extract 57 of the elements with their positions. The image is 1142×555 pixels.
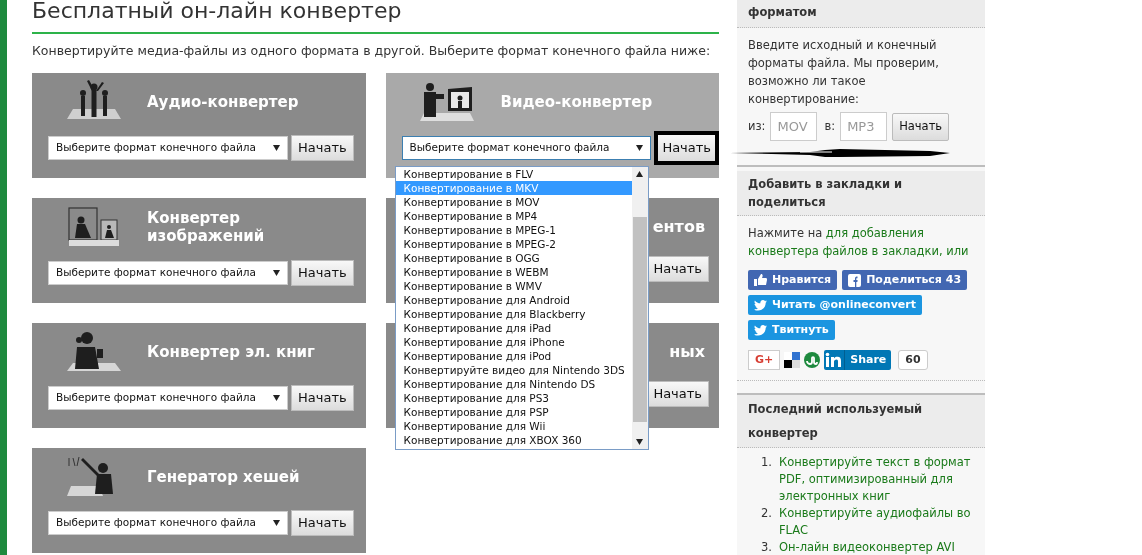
scroll-down-icon bbox=[636, 438, 643, 445]
bookmark-link[interactable]: для добавления bbox=[825, 226, 924, 240]
card-title: Генератор хешей bbox=[147, 467, 301, 486]
share-text: Нажмите на bbox=[748, 226, 823, 240]
card-title: Видео-конвертер bbox=[500, 92, 654, 111]
stumbleupon-icon[interactable] bbox=[804, 352, 821, 368]
list-number: 2. bbox=[761, 505, 773, 522]
card-title: Конвертер изображений bbox=[147, 208, 266, 245]
bookmark-link[interactable]: конвертера файлов в закладки, или bbox=[748, 244, 969, 258]
start-button[interactable]: Начать bbox=[654, 130, 719, 165]
section-title: Добавить в закладки и поделиться bbox=[748, 176, 904, 211]
format-select[interactable]: Выберите формат конечного файла bbox=[48, 510, 288, 535]
caret-icon bbox=[273, 394, 280, 401]
to-field[interactable]: MP3 bbox=[840, 112, 888, 141]
format-select[interactable]: Выберите формат конечного файла bbox=[401, 135, 652, 160]
card-title: ных bbox=[669, 340, 705, 363]
format-select[interactable]: Выберите формат конечного файла bbox=[48, 260, 288, 285]
caret-icon bbox=[273, 519, 280, 526]
bird-icon bbox=[754, 299, 767, 311]
caret-icon bbox=[273, 144, 280, 151]
caret-icon bbox=[273, 269, 280, 276]
section-title: форматом bbox=[748, 3, 817, 21]
card-title: Конвертер эл. книг bbox=[147, 342, 316, 361]
card-title: Аудио-конвертер bbox=[147, 92, 300, 111]
format-select[interactable]: Выберите формат конечного файла bbox=[48, 385, 288, 410]
intro-text: Конвертируйте медиа-файлы из одного формата в другой. Выберите формат конечного файла ниже: bbox=[32, 42, 712, 60]
caret-icon bbox=[636, 144, 644, 151]
list-number: 1. bbox=[761, 454, 773, 471]
from-field[interactable]: MOV bbox=[770, 112, 818, 141]
thumbs-up-icon bbox=[754, 274, 767, 286]
facebook-icon bbox=[848, 273, 862, 287]
delicious-icon[interactable] bbox=[784, 352, 801, 368]
start-button[interactable]: Начать bbox=[646, 255, 709, 282]
section-title: Последний используемый конвертер bbox=[748, 401, 924, 442]
format-select[interactable]: Выберите формат конечного файла bbox=[48, 135, 288, 160]
check-button[interactable]: Начать bbox=[892, 112, 950, 141]
list-number: 3. bbox=[761, 539, 773, 555]
recent-converter-link[interactable]: Он-лайн видеоконвертер AVI bbox=[779, 539, 955, 555]
gplus-button[interactable]: G+ bbox=[748, 350, 781, 370]
from-label: из: bbox=[748, 117, 766, 135]
like-button[interactable]: Нравится bbox=[748, 270, 838, 290]
scroll-up-icon bbox=[636, 170, 643, 177]
start-button[interactable]: Начать bbox=[291, 134, 354, 161]
recent-converter-link[interactable]: Конвертируйте текст в формат PDF, оптимизированный для электронных книг bbox=[779, 454, 981, 505]
facebook-share-button[interactable]: Поделиться 43 bbox=[842, 270, 968, 290]
start-button[interactable]: Начать bbox=[291, 384, 354, 411]
card-title: ентов bbox=[652, 215, 705, 238]
start-button[interactable]: Начать bbox=[646, 380, 709, 407]
start-button[interactable]: Начать bbox=[291, 509, 354, 536]
start-button[interactable]: Начать bbox=[291, 259, 354, 286]
to-label: в: bbox=[824, 117, 836, 135]
page-title: Бесплатный он-лайн конвертер bbox=[32, 0, 719, 34]
share-count: 60 bbox=[898, 350, 928, 370]
linkedin-share-button[interactable]: Share bbox=[824, 350, 892, 370]
recent-converter-link[interactable]: Конвертируйте аудиофайлы во FLAC bbox=[779, 505, 981, 539]
format-check-text: Введите исходный и конечный форматы файла. Мы проверим, возможно ли такое конвертирование: bbox=[748, 37, 940, 108]
bird-icon bbox=[754, 324, 767, 336]
